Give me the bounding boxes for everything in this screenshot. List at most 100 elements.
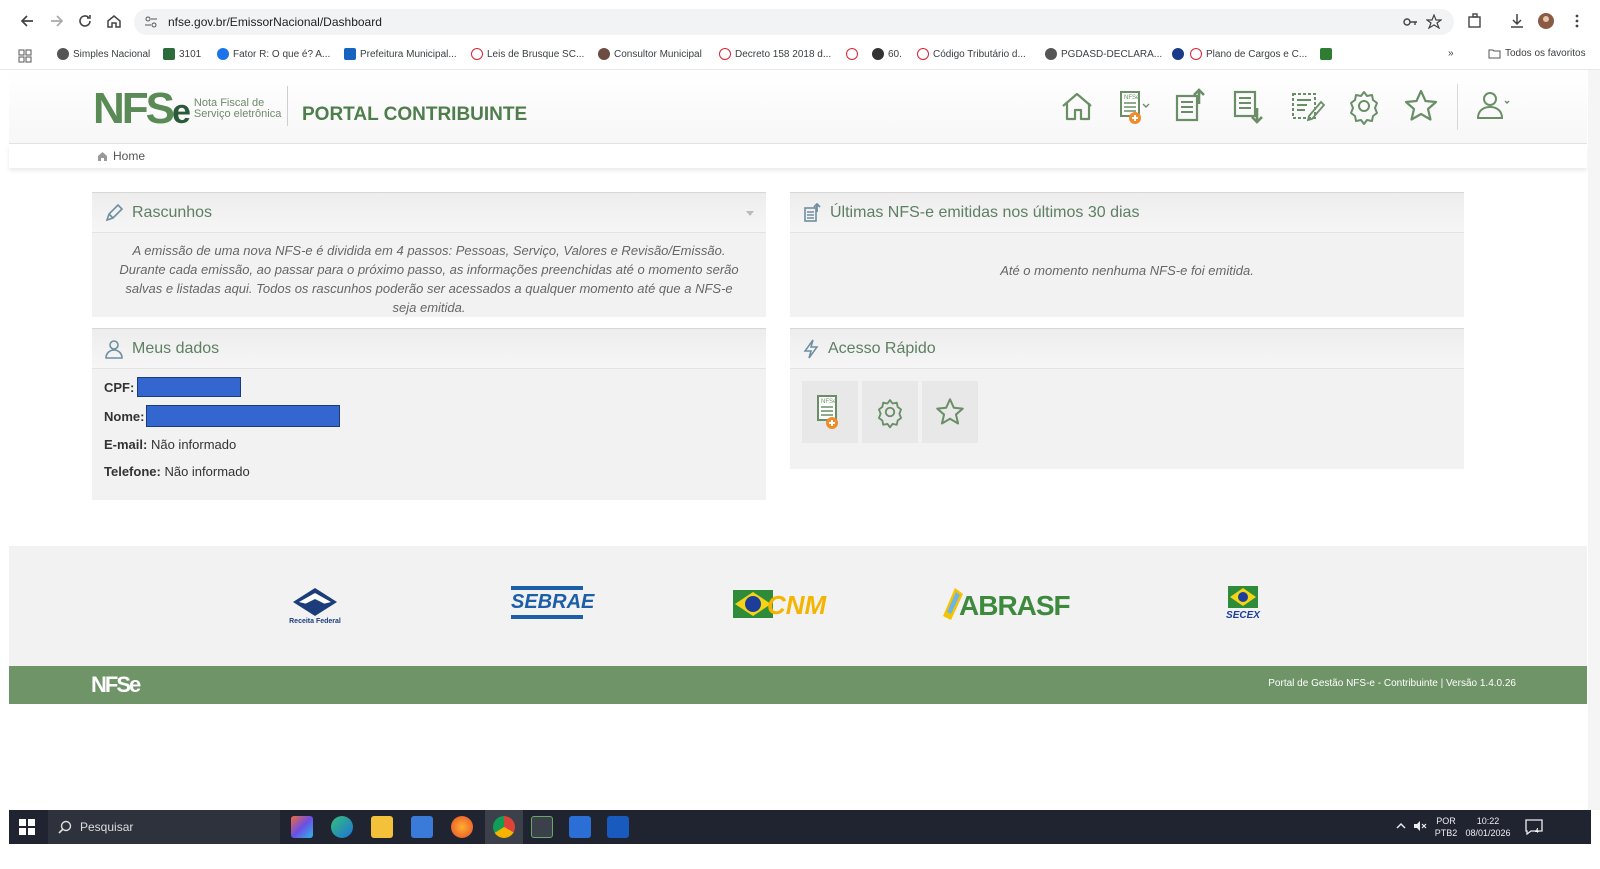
partner-logos: Receita Federal SEBRAE CNM ABRASF SECEX xyxy=(9,546,1587,666)
bookmark-item[interactable]: Fator R: O que é? A... xyxy=(217,48,330,60)
profile-avatar[interactable] xyxy=(1537,12,1555,30)
bookmark-item[interactable]: PGDASD-DECLARA... xyxy=(1045,48,1162,60)
portal-header: NFSe Nota Fiscal de Serviço eletrônica PO… xyxy=(9,70,1587,144)
terminal-icon[interactable] xyxy=(531,816,553,838)
bookmark-item[interactable] xyxy=(1320,48,1332,60)
nfse-logo[interactable]: NFSe Nota Fiscal de Serviço eletrônica xyxy=(93,84,281,134)
reload-icon[interactable] xyxy=(75,11,95,31)
quick-settings-button[interactable] xyxy=(862,381,918,443)
input-language[interactable]: POR PTB2 xyxy=(1433,815,1459,839)
chrome-icon[interactable] xyxy=(493,816,515,838)
notifications-icon[interactable]: 4 xyxy=(1525,819,1543,835)
collapse-caret-icon[interactable] xyxy=(746,211,754,216)
ultimas-nfse-panel: Últimas NFS-e emitidas nos últimos 30 di… xyxy=(790,192,1464,317)
all-bookmarks-folder[interactable]: Todos os favoritos xyxy=(1488,48,1586,59)
issued-invoice-small-icon xyxy=(804,202,821,222)
volume-muted-icon[interactable] xyxy=(1413,820,1427,832)
bookmark-star-icon[interactable] xyxy=(1426,14,1442,30)
bookmark-item[interactable]: Código Tributário d... xyxy=(917,48,1026,60)
home-small-icon xyxy=(98,152,107,161)
page-title: PORTAL CONTRIBUINTE xyxy=(302,104,528,125)
favorites-icon xyxy=(936,398,964,425)
address-bar[interactable]: nfse.gov.br/EmissorNacional/Dashboard xyxy=(134,9,1454,35)
cnm-logo[interactable]: CNM xyxy=(733,586,826,630)
panel-title: Rascunhos xyxy=(132,203,213,221)
quick-new-invoice-button[interactable]: NFSe xyxy=(802,381,858,443)
person-icon xyxy=(598,48,610,60)
site-icon xyxy=(917,48,929,60)
panel-header: Rascunhos xyxy=(92,193,766,233)
svg-text:4: 4 xyxy=(1535,828,1539,835)
edit-invoice-icon[interactable] xyxy=(1287,86,1327,126)
breadcrumb-home-link[interactable]: Home xyxy=(113,149,145,163)
abrasf-logo[interactable]: ABRASF xyxy=(939,586,1089,630)
browser-menu-icon[interactable] xyxy=(1568,12,1586,30)
home-browser-icon[interactable] xyxy=(104,11,124,31)
apps-grid-icon[interactable] xyxy=(18,49,32,63)
taskbar-search-input[interactable]: Pesquisar xyxy=(48,810,280,844)
word-icon[interactable] xyxy=(607,816,629,838)
cpf-label: CPF: xyxy=(104,379,135,395)
edge-icon[interactable] xyxy=(331,816,353,838)
quick-favorites-button[interactable] xyxy=(922,381,978,443)
new-invoice-icon[interactable]: NFSe xyxy=(1115,86,1155,126)
cpf-row: CPF: xyxy=(104,377,754,397)
password-key-icon[interactable] xyxy=(1402,14,1418,30)
file-explorer-icon[interactable] xyxy=(371,816,393,838)
store-icon[interactable] xyxy=(411,816,433,838)
flag-icon xyxy=(1320,48,1332,60)
favorites-icon[interactable] xyxy=(1401,86,1441,126)
panel-header: Últimas NFS-e emitidas nos últimos 30 di… xyxy=(790,193,1464,233)
bookmark-item[interactable]: Leis de Brusque SC... xyxy=(471,48,584,60)
settings-icon[interactable] xyxy=(1344,86,1384,126)
user-icon[interactable] xyxy=(1472,86,1512,126)
site-icon xyxy=(471,48,483,60)
clock[interactable]: 10:22 08/01/2026 xyxy=(1461,815,1515,839)
received-invoices-icon[interactable] xyxy=(1229,86,1269,126)
tray-chevron-up-icon[interactable] xyxy=(1395,820,1407,832)
globe-icon xyxy=(57,48,69,60)
more-bookmarks-icon[interactable]: » xyxy=(1448,48,1454,59)
nome-label: Nome: xyxy=(104,408,145,424)
rascunhos-description: A emissão de uma nova NFS-e é dividida e… xyxy=(119,243,739,315)
download-icon[interactable] xyxy=(1508,12,1526,30)
breadcrumb-bar: Home xyxy=(9,144,1587,168)
bolt-icon xyxy=(803,339,819,358)
extensions-icon[interactable] xyxy=(1466,12,1484,30)
notepad-icon[interactable] xyxy=(569,816,591,838)
bookmark-item[interactable] xyxy=(846,48,858,60)
back-icon[interactable] xyxy=(18,11,38,31)
copilot-icon[interactable] xyxy=(291,816,313,838)
version-text: Portal de Gestão NFS-e - Contribuinte | … xyxy=(1268,678,1516,689)
home-icon[interactable] xyxy=(1057,86,1097,126)
issued-invoices-icon[interactable] xyxy=(1171,86,1211,126)
page-scrollbar[interactable] xyxy=(1588,70,1600,810)
globe-icon xyxy=(1045,48,1057,60)
divider xyxy=(1457,84,1458,130)
bookmark-item[interactable] xyxy=(1172,48,1184,60)
user-small-icon xyxy=(105,339,123,359)
bookmark-item[interactable]: 60. xyxy=(872,48,902,60)
firefox-icon[interactable] xyxy=(451,816,473,838)
bookmark-item[interactable]: Prefeitura Municipal... xyxy=(344,48,457,60)
empty-state-text: Até o momento nenhuma NFS-e foi emitida. xyxy=(1000,263,1254,278)
secex-logo[interactable]: SECEX xyxy=(1217,586,1269,630)
site-info-icon[interactable] xyxy=(144,15,158,29)
site-icon xyxy=(719,48,731,60)
cpf-redacted-value xyxy=(137,377,242,397)
new-invoice-icon: NFSe xyxy=(817,395,838,429)
bookmark-item[interactable]: Simples Nacional xyxy=(57,48,150,60)
bookmark-item[interactable]: Plano de Cargos e C... xyxy=(1190,48,1307,60)
bookmark-item[interactable]: Decreto 158 2018 d... xyxy=(719,48,831,60)
settings-icon xyxy=(878,399,902,429)
user-data-list: CPF: Nome: E-mail: Não informado Telefon… xyxy=(92,369,766,479)
receita-federal-logo[interactable]: Receita Federal xyxy=(285,586,345,630)
windows-start-icon[interactable] xyxy=(19,819,35,835)
footer-bar: NFSe Portal de Gestão NFS-e - Contribuin… xyxy=(9,666,1587,704)
site-icon xyxy=(846,48,858,60)
bookmark-item[interactable]: 3101 xyxy=(163,48,201,60)
sebrae-logo[interactable]: SEBRAE xyxy=(511,586,594,630)
bookmark-item[interactable]: Consultor Municipal xyxy=(598,48,702,60)
forward-icon[interactable] xyxy=(46,11,66,31)
email-value: Não informado xyxy=(150,437,237,452)
